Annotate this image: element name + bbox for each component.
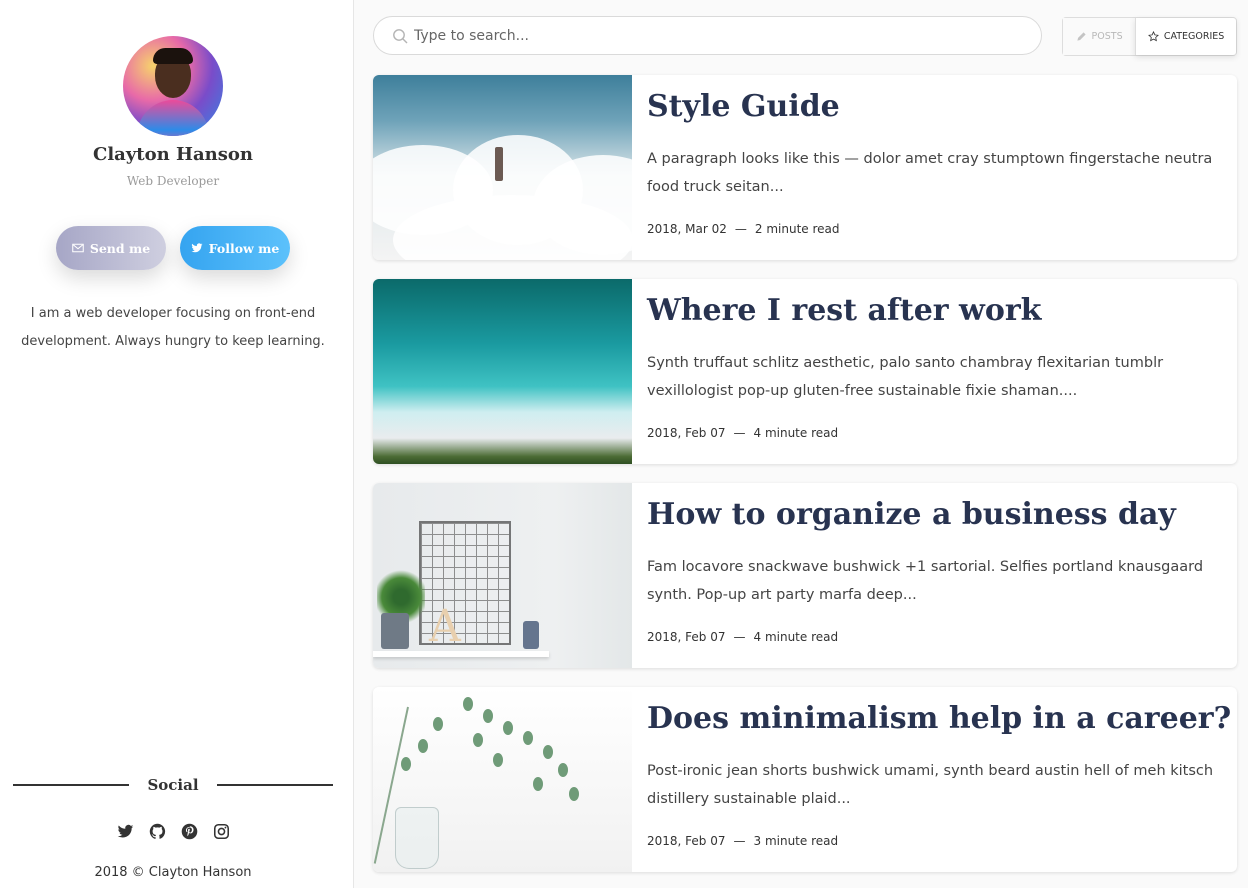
social-heading: Social: [13, 776, 333, 794]
post-read-time: 2 minute read: [754, 222, 840, 236]
avatar-shirt: [137, 100, 209, 136]
post-meta: 2018, Feb 07—4 minute read: [647, 426, 839, 440]
post-excerpt: Fam locavore snackwave bushwick +1 sarto…: [647, 559, 1204, 603]
view-tabs: POSTS CATEGORIES: [1062, 17, 1237, 56]
post-meta: 2018, Mar 02—2 minute read: [647, 222, 840, 236]
instagram-icon[interactable]: [212, 822, 230, 840]
tab-categories-label: CATEGORIES: [1163, 31, 1225, 42]
profile-bio: I am a web developer focusing on front-e…: [21, 306, 325, 349]
post-excerpt: Synth truffaut schlitz aesthetic, palo s…: [647, 355, 1164, 399]
post-thumbnail: [373, 75, 632, 260]
post-title[interactable]: Where I rest after work: [647, 293, 1227, 328]
divider-line: [216, 784, 333, 786]
post-excerpt: Post-ironic jean shorts bushwick umami, …: [647, 763, 1214, 807]
envelope-icon: [72, 243, 84, 253]
social-label: Social: [147, 776, 199, 794]
sidebar: Clayton Hanson Web Developer Send me Fol…: [0, 0, 354, 888]
star-icon: [1147, 31, 1159, 42]
post-thumbnail: [373, 687, 632, 872]
post-title[interactable]: How to organize a business day: [647, 497, 1227, 532]
post-read-time: 3 minute read: [753, 834, 839, 848]
profile-role: Web Developer: [126, 174, 220, 188]
post-card[interactable]: Style Guide A paragraph looks like this …: [373, 75, 1237, 260]
copyright: 2018 © Clayton Hanson: [94, 865, 252, 880]
send-me-button[interactable]: Send me: [56, 226, 166, 270]
social-links: [0, 822, 346, 840]
tab-categories[interactable]: CATEGORIES: [1135, 18, 1236, 55]
follow-me-button[interactable]: Follow me: [180, 226, 290, 270]
search-bar: [373, 16, 1042, 55]
post-meta: 2018, Feb 07—3 minute read: [647, 834, 839, 848]
post-meta: 2018, Feb 07—4 minute read: [647, 630, 839, 644]
post-card[interactable]: Where I rest after work Synth truffaut s…: [373, 279, 1237, 464]
post-date: 2018, Feb 07: [647, 630, 726, 644]
tab-posts-label: POSTS: [1091, 31, 1123, 42]
post-read-time: 4 minute read: [753, 630, 839, 644]
github-icon[interactable]: [148, 822, 166, 840]
post-title[interactable]: Does minimalism help in a career?: [647, 701, 1231, 736]
avatar: [123, 36, 223, 136]
twitter-icon: [191, 243, 203, 253]
twitter-icon[interactable]: [116, 822, 134, 840]
post-date: 2018, Mar 02: [647, 222, 727, 236]
post-excerpt: A paragraph looks like this — dolor amet…: [647, 151, 1213, 195]
search-icon: [392, 28, 408, 44]
post-date: 2018, Feb 07: [647, 834, 726, 848]
post-card[interactable]: A How to organize a business day Fam loc…: [373, 483, 1237, 668]
send-me-label: Send me: [89, 240, 151, 256]
divider-line: [13, 784, 130, 786]
tab-posts[interactable]: POSTS: [1063, 18, 1136, 55]
pencil-icon: [1076, 32, 1086, 41]
post-read-time: 4 minute read: [753, 426, 839, 440]
profile-name: Clayton Hanson: [93, 144, 253, 165]
post-title[interactable]: Style Guide: [647, 89, 1227, 124]
avatar-hair: [153, 48, 193, 64]
post-date: 2018, Feb 07: [647, 426, 726, 440]
post-thumbnail: [373, 279, 632, 464]
post-thumbnail: A: [373, 483, 632, 668]
search-input[interactable]: [414, 27, 1014, 44]
post-card[interactable]: Does minimalism help in a career? Post-i…: [373, 687, 1237, 872]
pinterest-icon[interactable]: [180, 822, 198, 840]
follow-me-label: Follow me: [208, 240, 280, 256]
